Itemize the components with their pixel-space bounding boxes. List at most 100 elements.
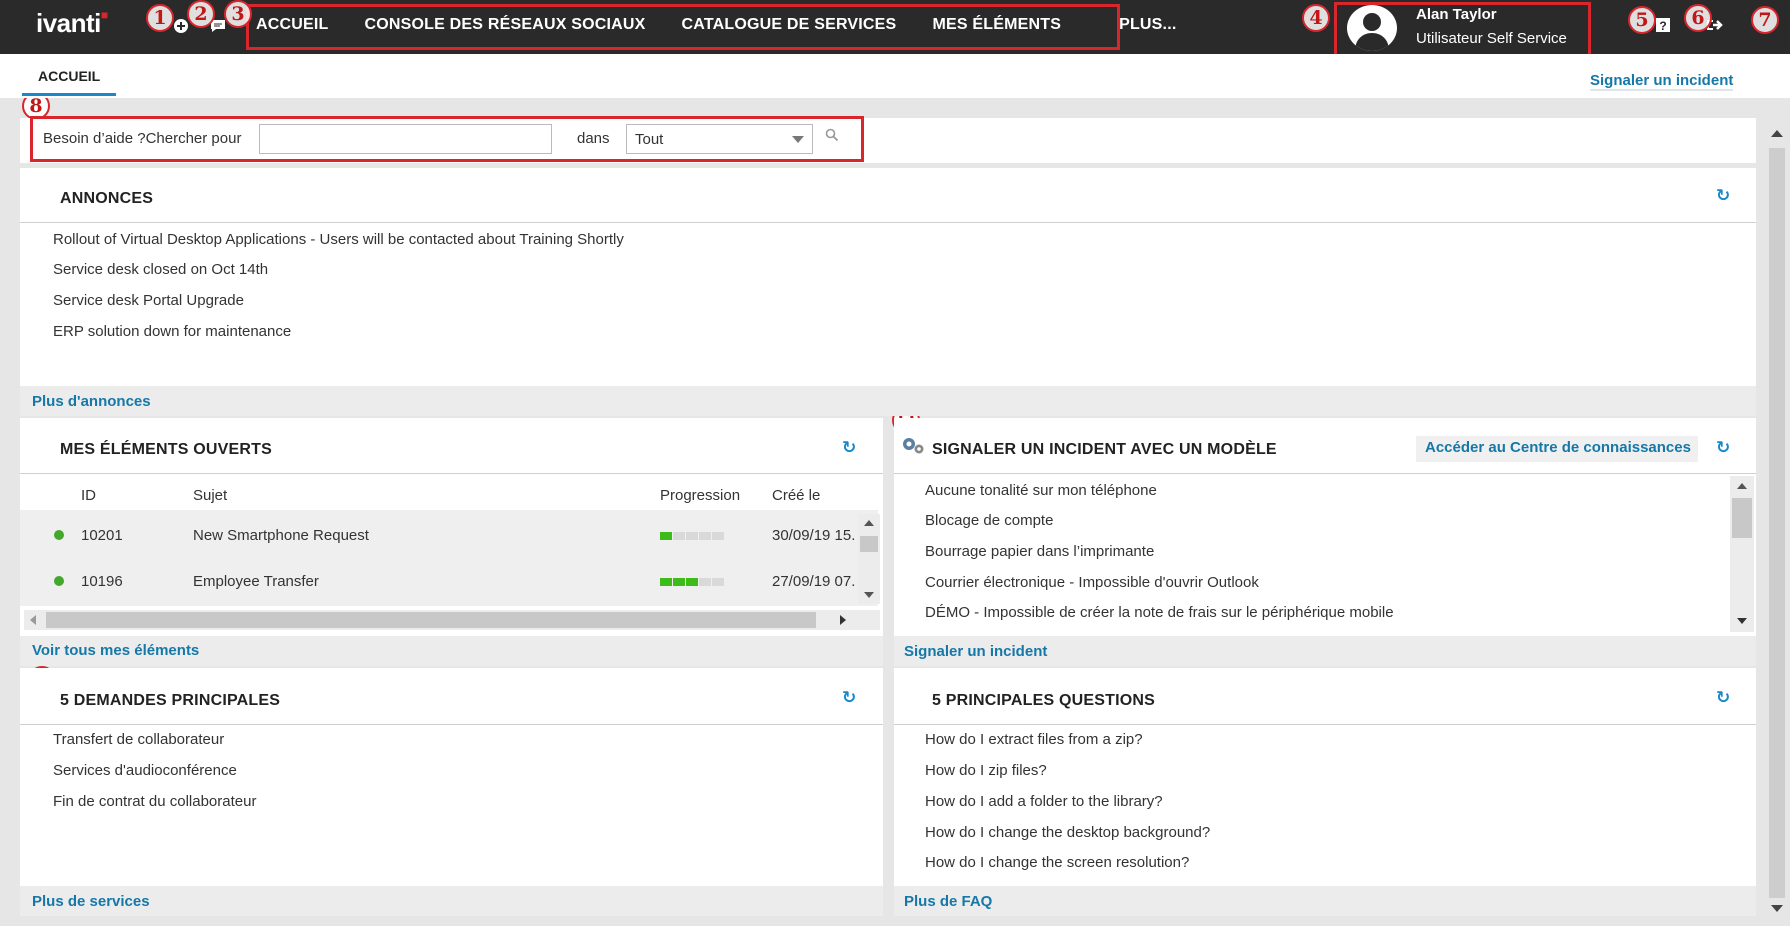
annotation-badge: 2 [187,0,215,28]
knowledge-center-link[interactable]: Accéder au Centre de connaissances [1425,439,1691,456]
scroll-up-icon[interactable] [1771,130,1783,137]
nav-item-accueil[interactable]: ACCUEIL [256,16,329,34]
progress-segment [712,578,724,586]
table-cell-created: 30/09/19 15. [772,527,856,544]
progress-segment [660,578,672,586]
more-announcements-link[interactable]: Plus d'annonces [32,393,151,410]
table-vertical-scrollbar[interactable] [858,514,880,604]
template-item[interactable]: Blocage de compte [925,512,1053,529]
faq-item[interactable]: How do I add a folder to the library? [925,793,1163,810]
table-cell-subject[interactable]: New Smartphone Request [193,527,369,544]
template-item[interactable]: DÉMO - Impossible de créer la note de fr… [925,604,1394,621]
announcements-title: ANNONCES [60,190,154,207]
page-scrollbar[interactable] [1766,122,1788,920]
chevron-down-icon [792,136,804,143]
divider [20,724,883,725]
tab-accueil[interactable]: ACCUEIL [22,54,117,96]
faq-item[interactable]: How do I extract files from a zip? [925,731,1143,748]
faq-item[interactable]: How do I zip files? [925,762,1047,779]
template-item[interactable]: Aucune tonalité sur mon téléphone [925,482,1157,499]
progress-segment [699,578,711,586]
ivanti-logo[interactable]: ivanti■ [36,8,108,39]
refresh-icon[interactable]: ↻ [842,688,856,708]
search-scope-value: Tout [635,131,664,148]
refresh-icon[interactable]: ↻ [842,438,856,458]
user-role: Utilisateur Self Service [1416,30,1567,47]
search-label: Besoin d’aide ?Chercher pour [43,130,242,147]
announcements-footer [20,386,1756,416]
progress-segment [673,532,685,540]
status-icon [54,576,64,586]
progress-segment [699,532,711,540]
progress-segment [686,532,698,540]
progress-segment [673,578,685,586]
main-navigation: ACCUEIL CONSOLE DES RÉSEAUX SOCIAUX CATA… [256,16,1213,34]
open-items-title: MES ÉLÉMENTS OUVERTS [60,441,273,458]
faq-item[interactable]: How do I change the desktop background? [925,824,1210,841]
divider [20,473,883,474]
divider [20,222,1756,223]
svg-text:?: ? [1659,19,1666,33]
announcements-panel [20,168,1756,386]
nav-item-social-console[interactable]: CONSOLE DES RÉSEAUX SOCIAUX [365,16,646,34]
progress-bar [660,532,724,540]
more-faq-link[interactable]: Plus de FAQ [904,893,992,910]
table-cell-created: 27/09/19 07. [772,573,856,590]
request-item[interactable]: Transfert de collaborateur [53,731,224,748]
report-incident-link[interactable]: Signaler un incident [1590,72,1734,91]
template-item[interactable]: Courrier électronique - Impossible d'ouv… [925,574,1259,591]
search-input[interactable] [259,124,552,154]
progress-segment [712,532,724,540]
column-header-progress[interactable]: Progression [660,487,740,504]
template-item[interactable]: Bourrage papier dans l’imprimante [925,543,1154,560]
faq-item[interactable]: How do I change the screen resolution? [925,854,1189,871]
table-cell-subject[interactable]: Employee Transfer [193,573,319,590]
search-scope-select[interactable]: Tout [626,124,813,154]
request-item[interactable]: Services d'audioconférence [53,762,237,779]
user-name[interactable]: Alan Taylor [1416,6,1497,23]
gear-icon [900,432,926,461]
divider [894,473,1756,474]
scroll-down-icon[interactable] [1771,905,1783,912]
announcement-item[interactable]: Rollout of Virtual Desktop Applications … [53,231,624,248]
column-header-id[interactable]: ID [81,487,96,504]
secondary-bar [0,54,1790,98]
refresh-icon[interactable]: ↻ [1716,186,1730,206]
nav-item-my-items[interactable]: MES ÉLÉMENTS [932,16,1061,34]
annotation-badge: 1 [146,4,174,32]
annotation-badge: 5 [1628,6,1656,34]
scrollbar-thumb[interactable] [1769,148,1785,898]
report-incident-footer-link[interactable]: Signaler un incident [904,643,1047,660]
avatar[interactable] [1347,5,1397,51]
request-item[interactable]: Fin de contrat du collaborateur [53,793,256,810]
search-scope-label: dans [577,130,610,147]
search-button[interactable] [820,128,844,150]
table-body [20,510,878,606]
announcement-item[interactable]: ERP solution down for maintenance [53,323,291,340]
annotation-badge: 6 [1684,4,1712,32]
help-icon[interactable]: ? [1653,17,1673,37]
nav-item-more[interactable]: PLUS... [1119,16,1176,34]
column-header-subject[interactable]: Sujet [193,487,227,504]
refresh-icon[interactable]: ↻ [1716,688,1730,708]
table-horizontal-scrollbar[interactable] [24,610,880,630]
column-header-created[interactable]: Créé le [772,487,820,504]
top-questions-title: 5 PRINCIPALES QUESTIONS [932,692,1156,709]
progress-segment [686,578,698,586]
view-all-items-link[interactable]: Voir tous mes éléments [32,642,199,659]
divider [894,724,1756,725]
refresh-icon[interactable]: ↻ [1716,438,1730,458]
annotation-badge: 7 [1751,6,1779,34]
nav-item-service-catalog[interactable]: CATALOGUE DE SERVICES [682,16,897,34]
status-icon [54,530,64,540]
announcement-item[interactable]: Service desk closed on Oct 14th [53,261,268,278]
table-cell-id[interactable]: 10196 [81,573,123,590]
top-questions-footer [894,886,1756,916]
template-list-scrollbar[interactable] [1730,476,1754,632]
table-cell-id[interactable]: 10201 [81,527,123,544]
announcement-item[interactable]: Service desk Portal Upgrade [53,292,244,309]
more-services-link[interactable]: Plus de services [32,893,150,910]
top-requests-title: 5 DEMANDES PRINCIPALES [60,692,281,709]
annotation-badge: 3 [224,0,252,28]
search-icon [825,128,839,142]
